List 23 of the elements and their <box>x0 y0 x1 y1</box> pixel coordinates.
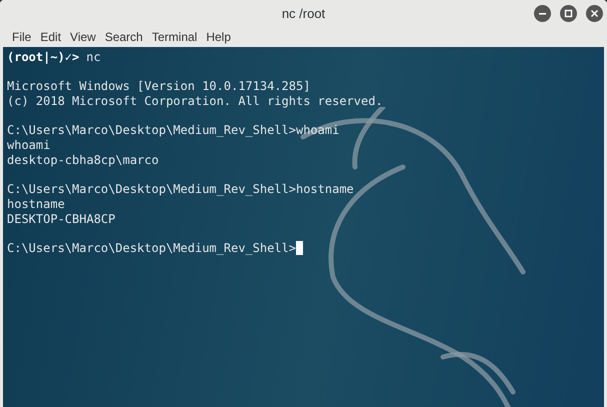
menu-item[interactable]: View <box>66 28 100 46</box>
terminal-line: C:\Users\Marco\Desktop\Medium_Rev_Shell> <box>7 240 296 256</box>
terminal-line: desktop-cbha8cp\marco <box>7 152 159 168</box>
close-icon <box>590 9 599 18</box>
close-button[interactable] <box>586 5 603 22</box>
terminal-line: Microsoft Windows [Version 10.0.17134.285] <box>7 79 310 94</box>
shell-prompt: (root|~)✓> <box>7 50 80 65</box>
menu-item[interactable]: Search <box>100 28 147 46</box>
terminal-line: (c) 2018 Microsoft Corporation. All rights reserved. <box>7 94 383 109</box>
command-text: nc <box>86 50 101 65</box>
maximize-icon <box>564 9 573 18</box>
terminal-line: C:\Users\Marco\Desktop\Medium_Rev_Shell>hostname <box>7 182 354 197</box>
menu-item[interactable]: Edit <box>36 28 66 46</box>
terminal-line: C:\Users\Marco\Desktop\Medium_Rev_Shell>whoami <box>7 123 340 138</box>
window-title: nc /root <box>282 4 326 23</box>
maximize-button[interactable] <box>560 5 577 22</box>
minimize-button[interactable] <box>534 5 551 22</box>
menu-item[interactable]: Help <box>202 28 235 46</box>
menu-item[interactable]: File <box>8 28 36 46</box>
terminal-line: whoami <box>7 138 50 153</box>
terminal-line: hostname <box>7 196 65 212</box>
menu-item[interactable]: Terminal <box>148 28 202 46</box>
terminal-line: DESKTOP-CBHA8CP <box>7 212 116 226</box>
